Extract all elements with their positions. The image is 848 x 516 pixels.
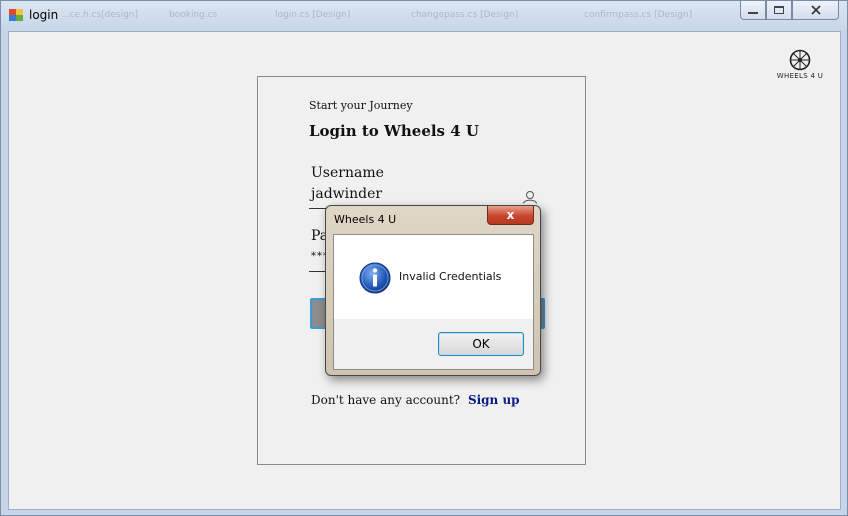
background-tab: ...ce.h.cs[design] [61,10,139,20]
info-icon [359,262,391,294]
eyebrow-text: Start your Journey [309,99,413,112]
close-button[interactable] [792,1,839,20]
close-icon [810,5,821,15]
app-icon [9,9,23,21]
dialog-message-area: Invalid Credentials [334,235,533,319]
background-tab: booking.cs [169,10,218,20]
wheel-icon [789,49,811,71]
dialog-title: Wheels 4 U [334,213,397,226]
app-window: login ...ce.h.cs[design] booking.cs logi… [0,0,848,516]
message-dialog: Wheels 4 U x Invalid Credentials OK [325,205,541,376]
background-tab: confirmpass.cs [Design] [584,10,693,20]
dialog-body: Invalid Credentials OK [333,234,534,370]
brand-logo: WHEELS 4 U [768,49,832,80]
username-field[interactable]: jadwinder [311,186,382,202]
minimize-button[interactable] [740,1,766,20]
dialog-message: Invalid Credentials [399,270,502,283]
dialog-close-button[interactable]: x [487,206,534,225]
signup-row: Don't have any account? Sign up [311,393,520,407]
maximize-icon [774,6,784,14]
brand-label: WHEELS 4 U [776,72,824,80]
signup-prompt: Don't have any account? [311,393,461,407]
background-tab: login.cs [Design] [275,10,351,20]
maximize-button[interactable] [766,1,792,20]
title-bar: login ...ce.h.cs[design] booking.cs logi… [1,1,847,31]
window-title: login [29,8,59,22]
username-label: Username [311,165,384,181]
signup-link[interactable]: Sign up [468,393,520,407]
window-controls [740,1,840,21]
ok-button[interactable]: OK [438,332,524,356]
background-tabs: ...ce.h.cs[design] booking.cs login.cs [… [61,10,741,24]
user-icon [523,191,537,204]
login-heading: Login to Wheels 4 U [309,122,479,140]
background-tab: changepass.cs [Design] [411,10,519,20]
minimize-icon [748,11,758,14]
